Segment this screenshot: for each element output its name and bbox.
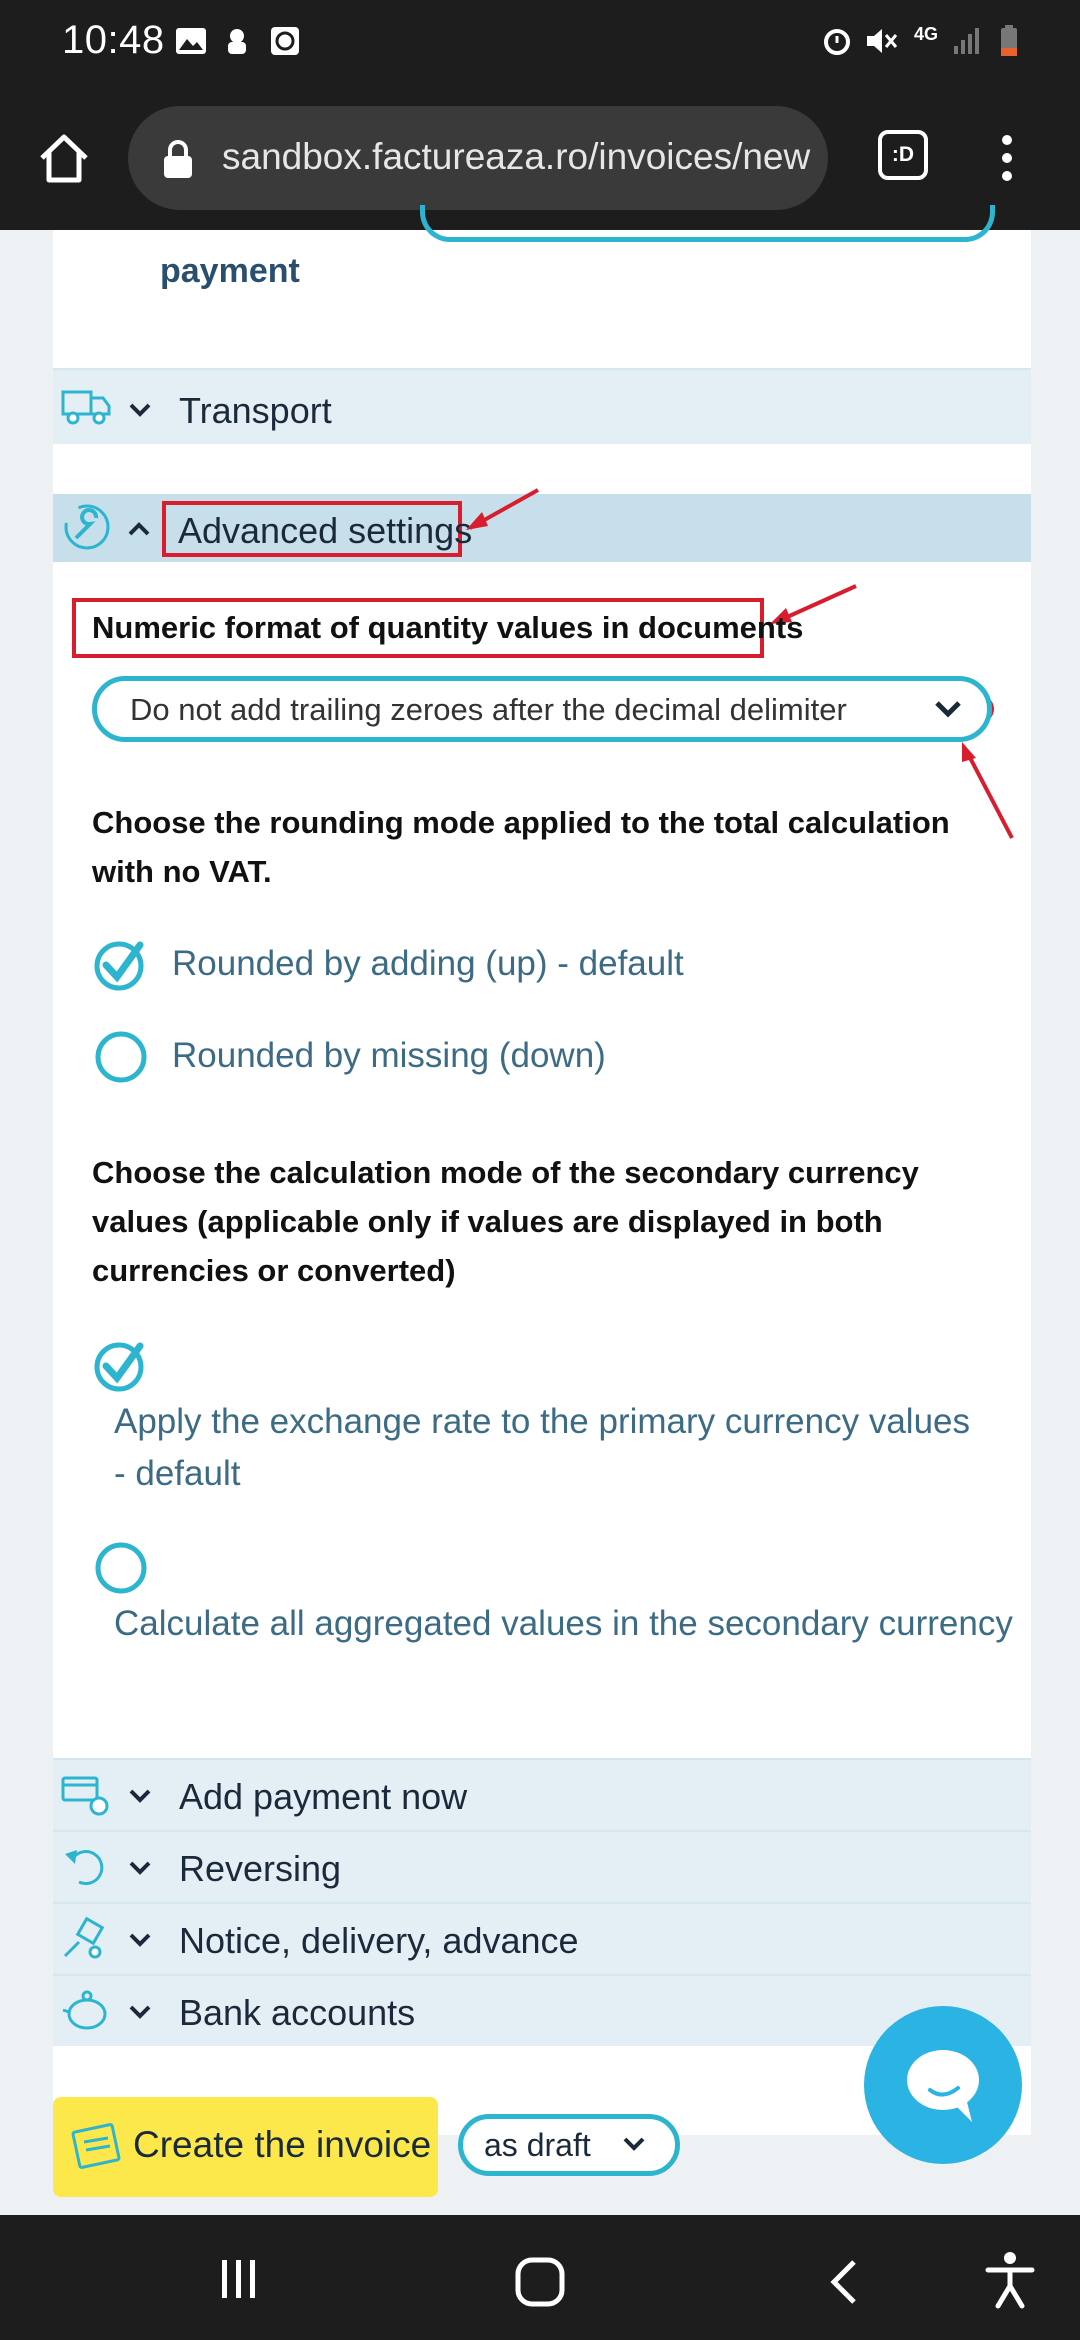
home-nav-icon[interactable] — [512, 2254, 568, 2310]
draft-select-value[interactable]: as draft — [484, 2127, 591, 2164]
section-transport[interactable]: Transport — [53, 368, 1031, 444]
image-icon — [176, 28, 206, 54]
tab-switcher-button[interactable]: :D — [878, 130, 928, 180]
create-invoice-label[interactable]: Create the invoice — [133, 2124, 431, 2166]
rounding-question: Choose the rounding mode applied to the … — [92, 805, 950, 889]
signal-icon — [954, 28, 979, 54]
back-nav-icon[interactable] — [822, 2254, 866, 2310]
rounding-option-down[interactable]: Rounded by missing (down) — [172, 1030, 606, 1082]
radio-checked-icon[interactable] — [94, 1338, 148, 1392]
recent-apps-icon[interactable] — [214, 2254, 264, 2304]
battery-icon — [1001, 25, 1017, 56]
rounding-option-up[interactable]: Rounded by adding (up) - default — [172, 938, 684, 990]
numeric-format-value[interactable]: Do not add trailing zeroes after the dec… — [130, 692, 847, 728]
hand-truck-icon — [63, 1916, 105, 1959]
chevron-down-icon — [129, 1861, 151, 1875]
network-4g-icon: 4G — [914, 24, 939, 44]
wrench-icon — [64, 504, 110, 550]
numeric-format-label: Numeric format of quantity values in doc… — [92, 610, 804, 645]
chevron-up-icon — [128, 522, 150, 536]
chevron-down-icon — [129, 2005, 151, 2019]
currency-option-exchange-rate[interactable]: Apply the exchange rate to the primary c… — [114, 1396, 984, 1500]
reverse-arrow-icon — [65, 1850, 104, 1886]
home-icon[interactable] — [34, 128, 94, 188]
chevron-down-icon[interactable] — [620, 2132, 648, 2156]
truck-icon — [61, 390, 111, 425]
accessibility-icon[interactable] — [984, 2250, 1036, 2310]
section-reversing-label: Reversing — [179, 1848, 342, 1889]
chevron-down-icon — [129, 1789, 151, 1803]
clock-app-icon — [271, 27, 299, 55]
lock-icon — [164, 140, 192, 178]
status-time: 10:48 — [62, 18, 165, 62]
more-menu-icon[interactable] — [990, 128, 1024, 188]
currency-option-secondary[interactable]: Calculate all aggregated values in the s… — [114, 1598, 1013, 1650]
section-advanced-label: Advanced settings — [178, 510, 473, 551]
section-add-payment-label: Add payment now — [179, 1776, 468, 1817]
mute-icon — [867, 29, 898, 53]
chevron-down-icon — [129, 403, 151, 417]
radio-unchecked-icon[interactable] — [94, 1541, 148, 1595]
chevron-down-icon[interactable] — [932, 696, 964, 722]
chat-bubble-icon — [907, 2050, 979, 2122]
section-reversing[interactable]: Reversing — [53, 1830, 1031, 1902]
chevron-down-icon — [129, 1933, 151, 1947]
payment-label: payment — [160, 252, 300, 290]
currency-question: Choose the calculation mode of the secon… — [92, 1155, 919, 1288]
payment-card-icon — [61, 1776, 109, 1816]
section-add-payment[interactable]: Add payment now — [53, 1758, 1031, 1830]
radio-checked-icon[interactable] — [94, 937, 148, 991]
section-transport-label: Transport — [179, 390, 332, 431]
piggy-bank-icon — [62, 1990, 107, 2030]
radio-unchecked-icon[interactable] — [94, 1030, 148, 1084]
invoice-icon — [71, 2123, 121, 2169]
alarm-icon — [824, 29, 850, 55]
section-notice-label: Notice, delivery, advance — [179, 1920, 579, 1961]
app-icon — [228, 29, 246, 54]
payment-input-partial[interactable] — [420, 205, 995, 242]
url-text[interactable]: sandbox.factureaza.ro/invoices/new — [222, 136, 812, 180]
section-bank-accounts-label: Bank accounts — [179, 1992, 416, 2033]
section-notice-delivery[interactable]: Notice, delivery, advance — [53, 1902, 1031, 1974]
